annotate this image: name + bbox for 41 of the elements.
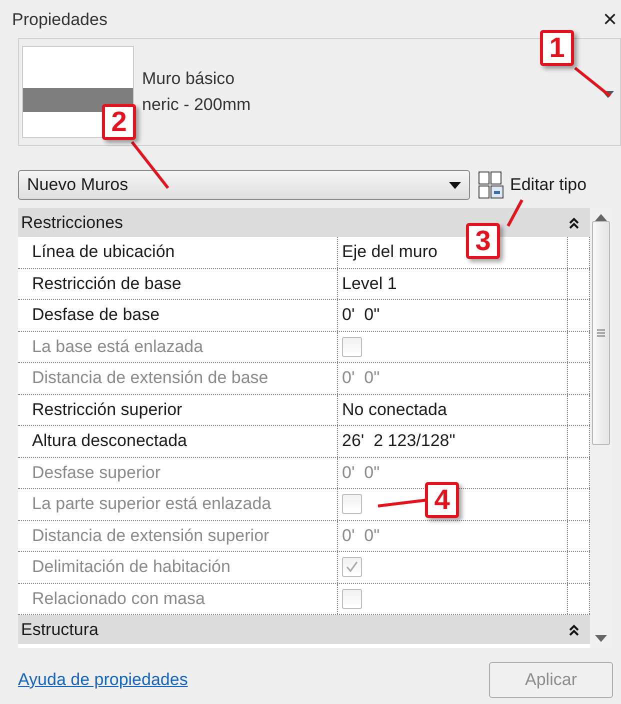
leader-line xyxy=(574,66,611,98)
help-link[interactable]: Ayuda de propiedades xyxy=(18,670,188,690)
callout-badge: 3 xyxy=(466,223,500,259)
callout-badge: 1 xyxy=(540,30,574,66)
leader-line xyxy=(506,199,524,227)
property-label: Distancia de extensión de base xyxy=(32,368,268,388)
property-label: Desfase de base xyxy=(32,305,160,326)
property-label: Distancia de extensión superior xyxy=(32,526,270,546)
leader-line xyxy=(130,141,170,189)
property-label: Línea de ubicación xyxy=(32,242,175,262)
edit-type-button[interactable]: Editar tipo xyxy=(478,171,587,199)
panel-title: Propiedades xyxy=(12,10,108,30)
section-header[interactable]: Estructura xyxy=(18,615,590,644)
close-button[interactable]: × xyxy=(602,8,617,32)
collapse-icon[interactable] xyxy=(568,624,580,636)
scroll-down-icon[interactable] xyxy=(595,635,607,642)
property-label: Restricción de base xyxy=(32,274,182,294)
family-name: Muro básico xyxy=(142,69,236,89)
type-selector[interactable]: Nuevo Muros xyxy=(18,170,470,200)
check-icon xyxy=(345,560,359,574)
property-value[interactable]: No conectada xyxy=(342,400,447,420)
property-label: La base está enlazada xyxy=(32,336,204,357)
caret-icon xyxy=(449,182,461,188)
leader-line xyxy=(378,498,428,508)
type-name: neric - 200mm xyxy=(142,95,251,115)
property-label: Altura desconectada xyxy=(32,431,187,452)
property-label: La parte superior está enlazada xyxy=(32,494,272,514)
callout-badge: 4 xyxy=(425,482,459,518)
property-label: Desfase superior xyxy=(32,462,161,483)
grip-icon xyxy=(596,328,606,338)
property-label: Relacionado con masa xyxy=(32,588,205,609)
property-label: Delimitación de habitación xyxy=(32,557,230,578)
property-label: Restricción superior xyxy=(32,400,182,420)
property-value[interactable]: 26' 2 123/128" xyxy=(342,431,456,452)
property-value[interactable]: Eje del muro xyxy=(342,242,438,262)
callout-badge: 2 xyxy=(102,104,136,140)
property-value[interactable]: Level 1 xyxy=(342,274,397,294)
table-icon xyxy=(478,171,504,199)
dropdown-icon[interactable] xyxy=(602,91,614,98)
property-value[interactable]: 0' 0" xyxy=(342,305,380,326)
collapse-icon[interactable] xyxy=(568,216,580,228)
